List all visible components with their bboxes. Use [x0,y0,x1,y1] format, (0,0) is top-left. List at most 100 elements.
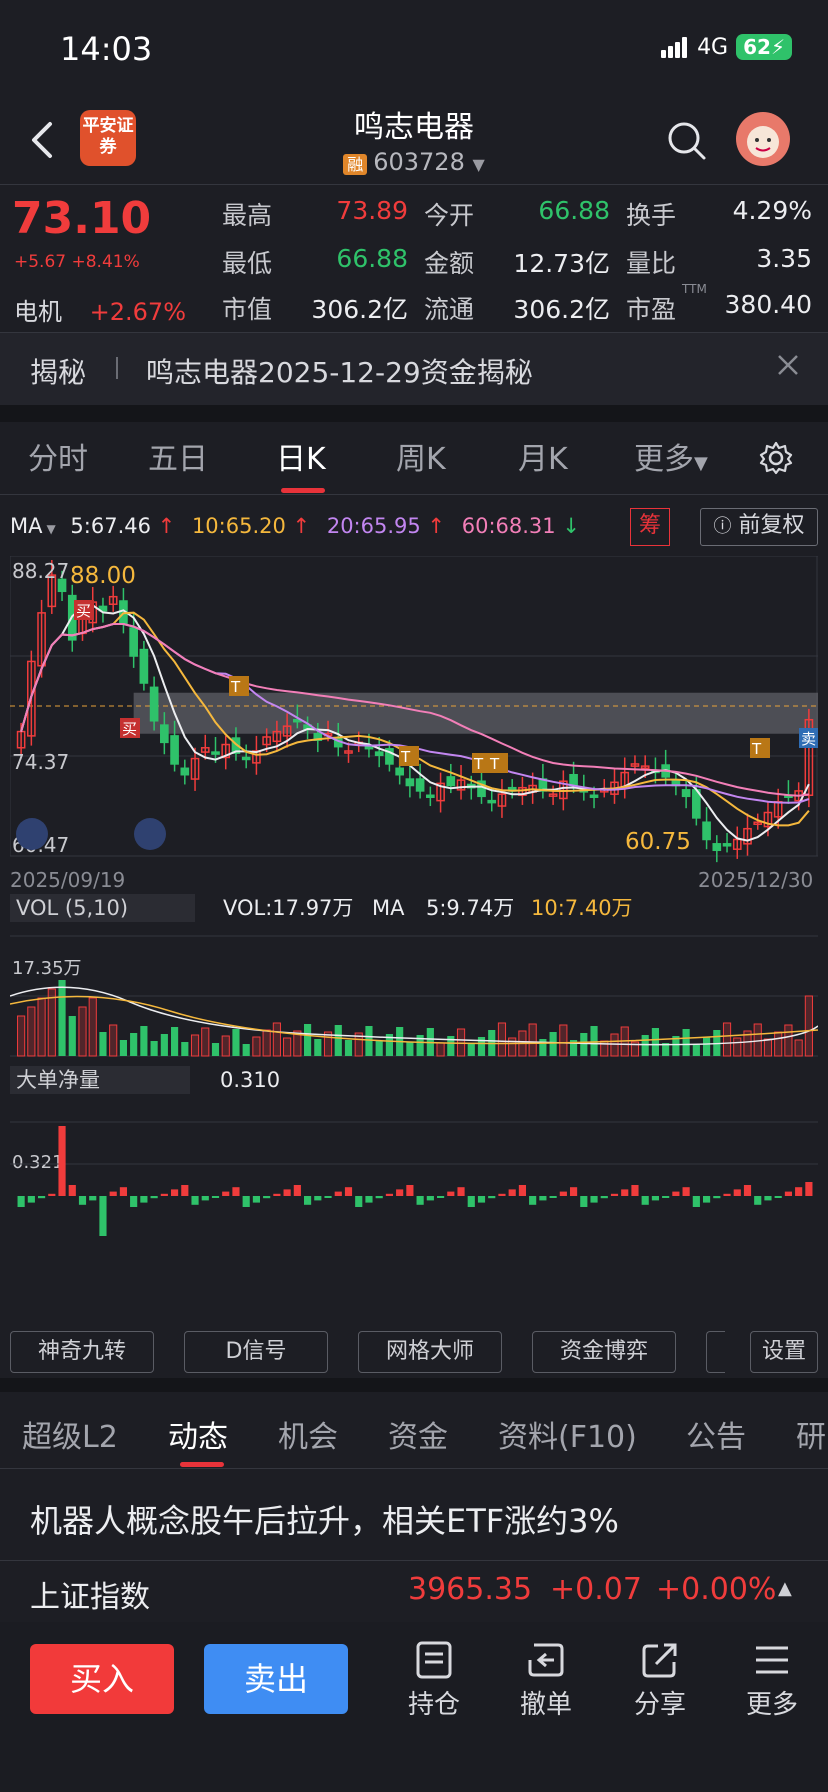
spacer [0,1378,828,1392]
ttm-superscript: TTM [682,282,707,296]
tab-dynamics[interactable]: 动态 [168,1412,228,1456]
tool-grid-master[interactable]: 网格大师 [358,1331,502,1373]
bigorder-bar [436,1196,445,1198]
tab-monthly-k[interactable]: 月K [518,434,568,478]
volume-bar [641,1035,649,1056]
tab-research[interactable]: 研 [796,1412,826,1456]
active-tab-indicator [281,488,325,493]
bigorder-bar [754,1196,762,1205]
bigorder-bar [508,1189,516,1196]
caret-down-icon: ▼ [694,453,708,474]
volume-bar [27,1006,36,1057]
trade-bar: 买入 卖出 持仓 撤单 分享 更多 [0,1622,828,1792]
search-button[interactable] [664,118,710,164]
divider [116,357,118,379]
candle-body [149,686,159,722]
bigorder-bar [130,1196,138,1207]
sell-button[interactable]: 卖出 [204,1644,348,1714]
holdings-button[interactable]: 持仓 [394,1640,474,1721]
avatar[interactable] [736,112,790,166]
volume-bar [590,1026,598,1056]
quote-value: 306.2亿 [513,295,610,324]
quote-label: 最高 [222,201,273,230]
candle-body [446,776,456,787]
margin-badge: 融 [343,154,368,175]
buy-button[interactable]: 买入 [30,1644,174,1714]
bigorder-bar [365,1196,373,1203]
close-button[interactable] [774,351,802,379]
kline-chart[interactable]: 88.2774.3760.4788.0060.752025/09/192025/… [10,556,818,1346]
tab-funds[interactable]: 资金 [388,1412,448,1456]
index-ticker[interactable]: 上证指数 3965.35 +0.07 +0.00% ▲ [0,1562,828,1622]
volume-bar [467,1044,475,1056]
tab-f10[interactable]: 资料(F10) [498,1412,637,1456]
volume-bar [160,1034,168,1056]
candle-body [364,745,374,750]
bigorder-bar [252,1196,261,1203]
bigorder-bar [170,1189,179,1196]
bigorder-bar [150,1196,158,1199]
notice-bar[interactable]: 揭秘 鸣志电器2025-12-29资金揭秘 [0,333,828,405]
volume-bar [170,1027,179,1056]
volume-bar [314,1039,322,1056]
tool-fund-game[interactable]: 资金博弈 [532,1331,676,1373]
tab-weekly-k[interactable]: 周K [396,434,446,478]
tool-settings[interactable]: 设置 [750,1331,818,1373]
bigorder-bar [559,1191,567,1196]
stock-code: 603728 [373,148,465,176]
candle-body [569,773,578,787]
quote-value: 73.89 [336,196,408,225]
bigorder-bar [119,1187,128,1196]
volume-bar [610,1033,619,1057]
tab-five-day[interactable]: 五日 [148,434,208,478]
volume-bar [252,1036,261,1057]
candle-body [712,843,722,852]
share-button[interactable]: 分享 [620,1640,700,1721]
tab-announcement[interactable]: 公告 [686,1412,746,1456]
bigorder-bar [467,1196,475,1207]
notice-text[interactable]: 鸣志电器2025-12-29资金揭秘 [146,351,533,391]
tool-nine-turns[interactable]: 神奇九转 [10,1331,154,1373]
more-button[interactable]: 更多 [732,1640,812,1721]
bigorder-bar [263,1196,271,1199]
tool-more-partial[interactable] [706,1331,725,1373]
ma20-value: 20:65.95 ↑ [326,514,446,538]
tab-opportunity[interactable]: 机会 [278,1412,338,1456]
caret-down-icon: ▼ [472,155,485,174]
tool-d-signal[interactable]: D信号 [184,1331,328,1373]
candle-body [415,778,425,792]
bigorder-bar [610,1193,619,1196]
sell-tag: 卖 [801,730,816,748]
sector-info[interactable]: 电机 +2.67% [14,292,186,327]
volume-bar [692,1044,700,1056]
candle-body [160,724,169,744]
volume-bar [119,1040,128,1056]
candle-body [211,751,220,755]
bigorder-bar [303,1196,312,1205]
volume-bar [763,1038,773,1057]
ma-legend[interactable]: MA ▼ 5:67.46 ↑ 10:65.20 ↑ 20:65.95 ↑ 60:6… [10,514,580,538]
fuquan-selector[interactable]: ⓘ 前复权 [700,508,818,546]
tab-fenshi[interactable]: 分时 [28,434,88,478]
tab-super-l2[interactable]: 超级L2 [22,1412,118,1456]
bigorder-axis-label: 0.321 [12,1152,64,1173]
t-tag: T [489,755,500,773]
volume-bar [702,1037,711,1056]
settings-button[interactable] [758,440,794,480]
bigorder-bar [160,1193,168,1196]
candle-body [170,735,179,765]
volume-bar [436,1042,445,1057]
tab-daily-k[interactable]: 日K [276,434,326,478]
status-time: 14:03 [60,30,153,68]
news-headline[interactable]: 机器人概念股午后拉升，相关ETF涨约3% [30,1496,619,1542]
cancel-order-button[interactable]: 撤单 [506,1640,586,1721]
quote-value: 12.73亿 [513,249,610,278]
chip-distribution-button[interactable]: 筹 [630,508,670,546]
notice-tag: 揭秘 [30,356,87,389]
caret-up-icon[interactable]: ▲ [778,1578,792,1599]
volume-bar [303,1024,312,1056]
tab-more[interactable]: 更多▼ [634,434,708,478]
signal-icon [661,36,689,58]
bigorder-bar [631,1185,639,1196]
bigorder-bar [590,1196,598,1203]
